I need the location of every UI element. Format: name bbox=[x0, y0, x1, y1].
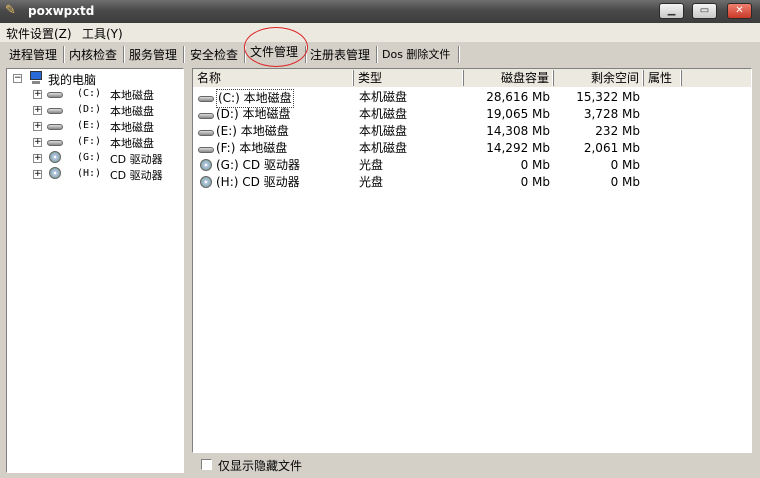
column-capacity[interactable]: 磁盘容量 bbox=[464, 70, 554, 86]
row-name: (H:) CD 驱动器 bbox=[216, 175, 300, 189]
window-title: poxwpxtd bbox=[28, 4, 95, 18]
hard-drive-icon bbox=[198, 144, 214, 154]
row-type: 本机磁盘 bbox=[359, 107, 408, 121]
title-bar: ✎ poxwpxtd ▁ ▭ ✕ bbox=[0, 0, 760, 23]
collapse-icon[interactable]: − bbox=[13, 74, 22, 83]
hard-drive-icon bbox=[47, 137, 63, 147]
tree-drive-label: 本地磁盘 bbox=[110, 137, 154, 150]
row-name: (D:) 本地磁盘 bbox=[216, 107, 291, 121]
row-free-space: 15,322 Mb bbox=[576, 90, 640, 104]
drive-tree[interactable]: − 我的电脑 + (C:) 本地磁盘 + (D:) 本地磁盘 + (E:) 本地磁盘 + (F:) 本… bbox=[6, 68, 184, 473]
row-type: 光盘 bbox=[359, 175, 384, 189]
computer-icon bbox=[28, 71, 44, 85]
tree-drive-letter: (H:) bbox=[77, 168, 102, 179]
row-free-space: 3,728 Mb bbox=[583, 107, 640, 121]
tab-separator bbox=[458, 46, 460, 63]
row-capacity: 0 Mb bbox=[520, 175, 550, 189]
tab-separator bbox=[63, 46, 65, 63]
expand-icon[interactable]: + bbox=[33, 138, 42, 147]
row-name: (E:) 本地磁盘 bbox=[216, 124, 289, 138]
maximize-button[interactable]: ▭ bbox=[692, 3, 717, 19]
tree-drive-letter: (E:) bbox=[77, 120, 102, 131]
tree-drive-label: CD 驱动器 bbox=[110, 153, 163, 166]
hard-drive-icon bbox=[47, 121, 63, 131]
tab-registry[interactable]: 注册表管理 bbox=[310, 46, 370, 64]
tree-drive-letter: (F:) bbox=[77, 136, 102, 147]
cd-drive-icon bbox=[198, 159, 214, 171]
menu-bar: 软件设置(Z) 工具(Y) bbox=[0, 23, 760, 42]
tab-security[interactable]: 安全检查 bbox=[190, 46, 238, 64]
options-bar: 仅显示隐藏文件 bbox=[192, 455, 752, 473]
column-type[interactable]: 类型 bbox=[354, 70, 464, 86]
tab-separator bbox=[123, 46, 125, 63]
hard-drive-icon bbox=[47, 89, 63, 99]
row-capacity: 14,292 Mb bbox=[486, 141, 550, 155]
hard-drive-icon bbox=[198, 93, 214, 103]
app-icon: ✎ bbox=[5, 3, 16, 18]
tree-drive-letter: (G:) bbox=[77, 152, 102, 163]
tab-services[interactable]: 服务管理 bbox=[129, 46, 177, 64]
column-name[interactable]: 名称 bbox=[193, 70, 354, 86]
row-type: 本机磁盘 bbox=[359, 124, 408, 138]
row-capacity: 0 Mb bbox=[520, 158, 550, 172]
row-capacity: 19,065 Mb bbox=[486, 107, 550, 121]
expand-icon[interactable]: + bbox=[33, 90, 42, 99]
tab-dos-delete[interactable]: Dos 删除文件 bbox=[382, 46, 450, 64]
list-header: 名称 类型 磁盘容量 剩余空间 属性 bbox=[193, 69, 751, 87]
row-capacity: 28,616 Mb bbox=[486, 90, 550, 104]
row-type: 本机磁盘 bbox=[359, 90, 408, 104]
hard-drive-icon bbox=[198, 127, 214, 137]
file-list-panel: 名称 类型 磁盘容量 剩余空间 属性 (C:) 本地磁盘 本机磁盘 28,616 M… bbox=[192, 68, 752, 453]
table-row[interactable]: (D:) 本地磁盘 本机磁盘 19,065 Mb 3,728 Mb bbox=[193, 106, 733, 123]
close-button[interactable]: ✕ bbox=[727, 3, 752, 19]
row-type: 光盘 bbox=[359, 158, 384, 172]
expand-icon[interactable]: + bbox=[33, 154, 42, 163]
tree-drive-label: 本地磁盘 bbox=[110, 89, 154, 102]
show-hidden-label: 仅显示隐藏文件 bbox=[218, 459, 303, 473]
tree-drive-label: 本地磁盘 bbox=[110, 121, 154, 134]
expand-icon[interactable]: + bbox=[33, 122, 42, 131]
row-capacity: 14,308 Mb bbox=[486, 124, 550, 138]
tree-drive-label: CD 驱动器 bbox=[110, 169, 163, 182]
tab-separator bbox=[244, 46, 246, 63]
expand-icon[interactable]: + bbox=[33, 106, 42, 115]
tab-separator bbox=[376, 46, 378, 63]
menu-settings[interactable]: 软件设置(Z) bbox=[6, 25, 72, 42]
table-row[interactable]: (C:) 本地磁盘 本机磁盘 28,616 Mb 15,322 Mb bbox=[193, 89, 733, 108]
hard-drive-icon bbox=[47, 105, 63, 115]
tab-bar: 进程管理 内核检查 服务管理 安全检查 文件管理 注册表管理 Dos 删除文件 bbox=[0, 42, 760, 66]
row-free-space: 232 Mb bbox=[595, 124, 640, 138]
tree-drive-label: 本地磁盘 bbox=[110, 105, 154, 118]
show-hidden-checkbox[interactable] bbox=[201, 459, 212, 470]
row-free-space: 2,061 Mb bbox=[583, 141, 640, 155]
row-name: (G:) CD 驱动器 bbox=[216, 158, 300, 172]
tree-root-label: 我的电脑 bbox=[48, 73, 97, 87]
table-row[interactable]: (G:) CD 驱动器 光盘 0 Mb 0 Mb bbox=[193, 157, 733, 174]
cd-drive-icon bbox=[47, 167, 63, 179]
row-free-space: 0 Mb bbox=[610, 175, 640, 189]
table-row[interactable]: (E:) 本地磁盘 本机磁盘 14,308 Mb 232 Mb bbox=[193, 123, 733, 140]
row-free-space: 0 Mb bbox=[610, 158, 640, 172]
tab-separator bbox=[305, 46, 307, 63]
tree-drive-letter: (C:) bbox=[77, 88, 102, 99]
tab-file-manager[interactable]: 文件管理 bbox=[250, 43, 298, 61]
row-name: (F:) 本地磁盘 bbox=[216, 141, 288, 155]
menu-tools[interactable]: 工具(Y) bbox=[82, 25, 123, 42]
cd-drive-icon bbox=[198, 176, 214, 188]
table-row[interactable]: (F:) 本地磁盘 本机磁盘 14,292 Mb 2,061 Mb bbox=[193, 140, 733, 157]
column-free-space[interactable]: 剩余空间 bbox=[554, 70, 644, 86]
cd-drive-icon bbox=[47, 151, 63, 163]
row-type: 本机磁盘 bbox=[359, 141, 408, 155]
expand-icon[interactable]: + bbox=[33, 170, 42, 179]
hard-drive-icon bbox=[198, 110, 214, 120]
tab-separator bbox=[183, 46, 185, 63]
tab-kernel[interactable]: 内核检查 bbox=[69, 46, 117, 64]
minimize-button[interactable]: ▁ bbox=[659, 3, 684, 19]
tree-drive-letter: (D:) bbox=[77, 104, 102, 115]
column-attributes[interactable]: 属性 bbox=[644, 70, 682, 86]
table-row[interactable]: (H:) CD 驱动器 光盘 0 Mb 0 Mb bbox=[193, 174, 733, 191]
tab-process[interactable]: 进程管理 bbox=[9, 46, 57, 64]
